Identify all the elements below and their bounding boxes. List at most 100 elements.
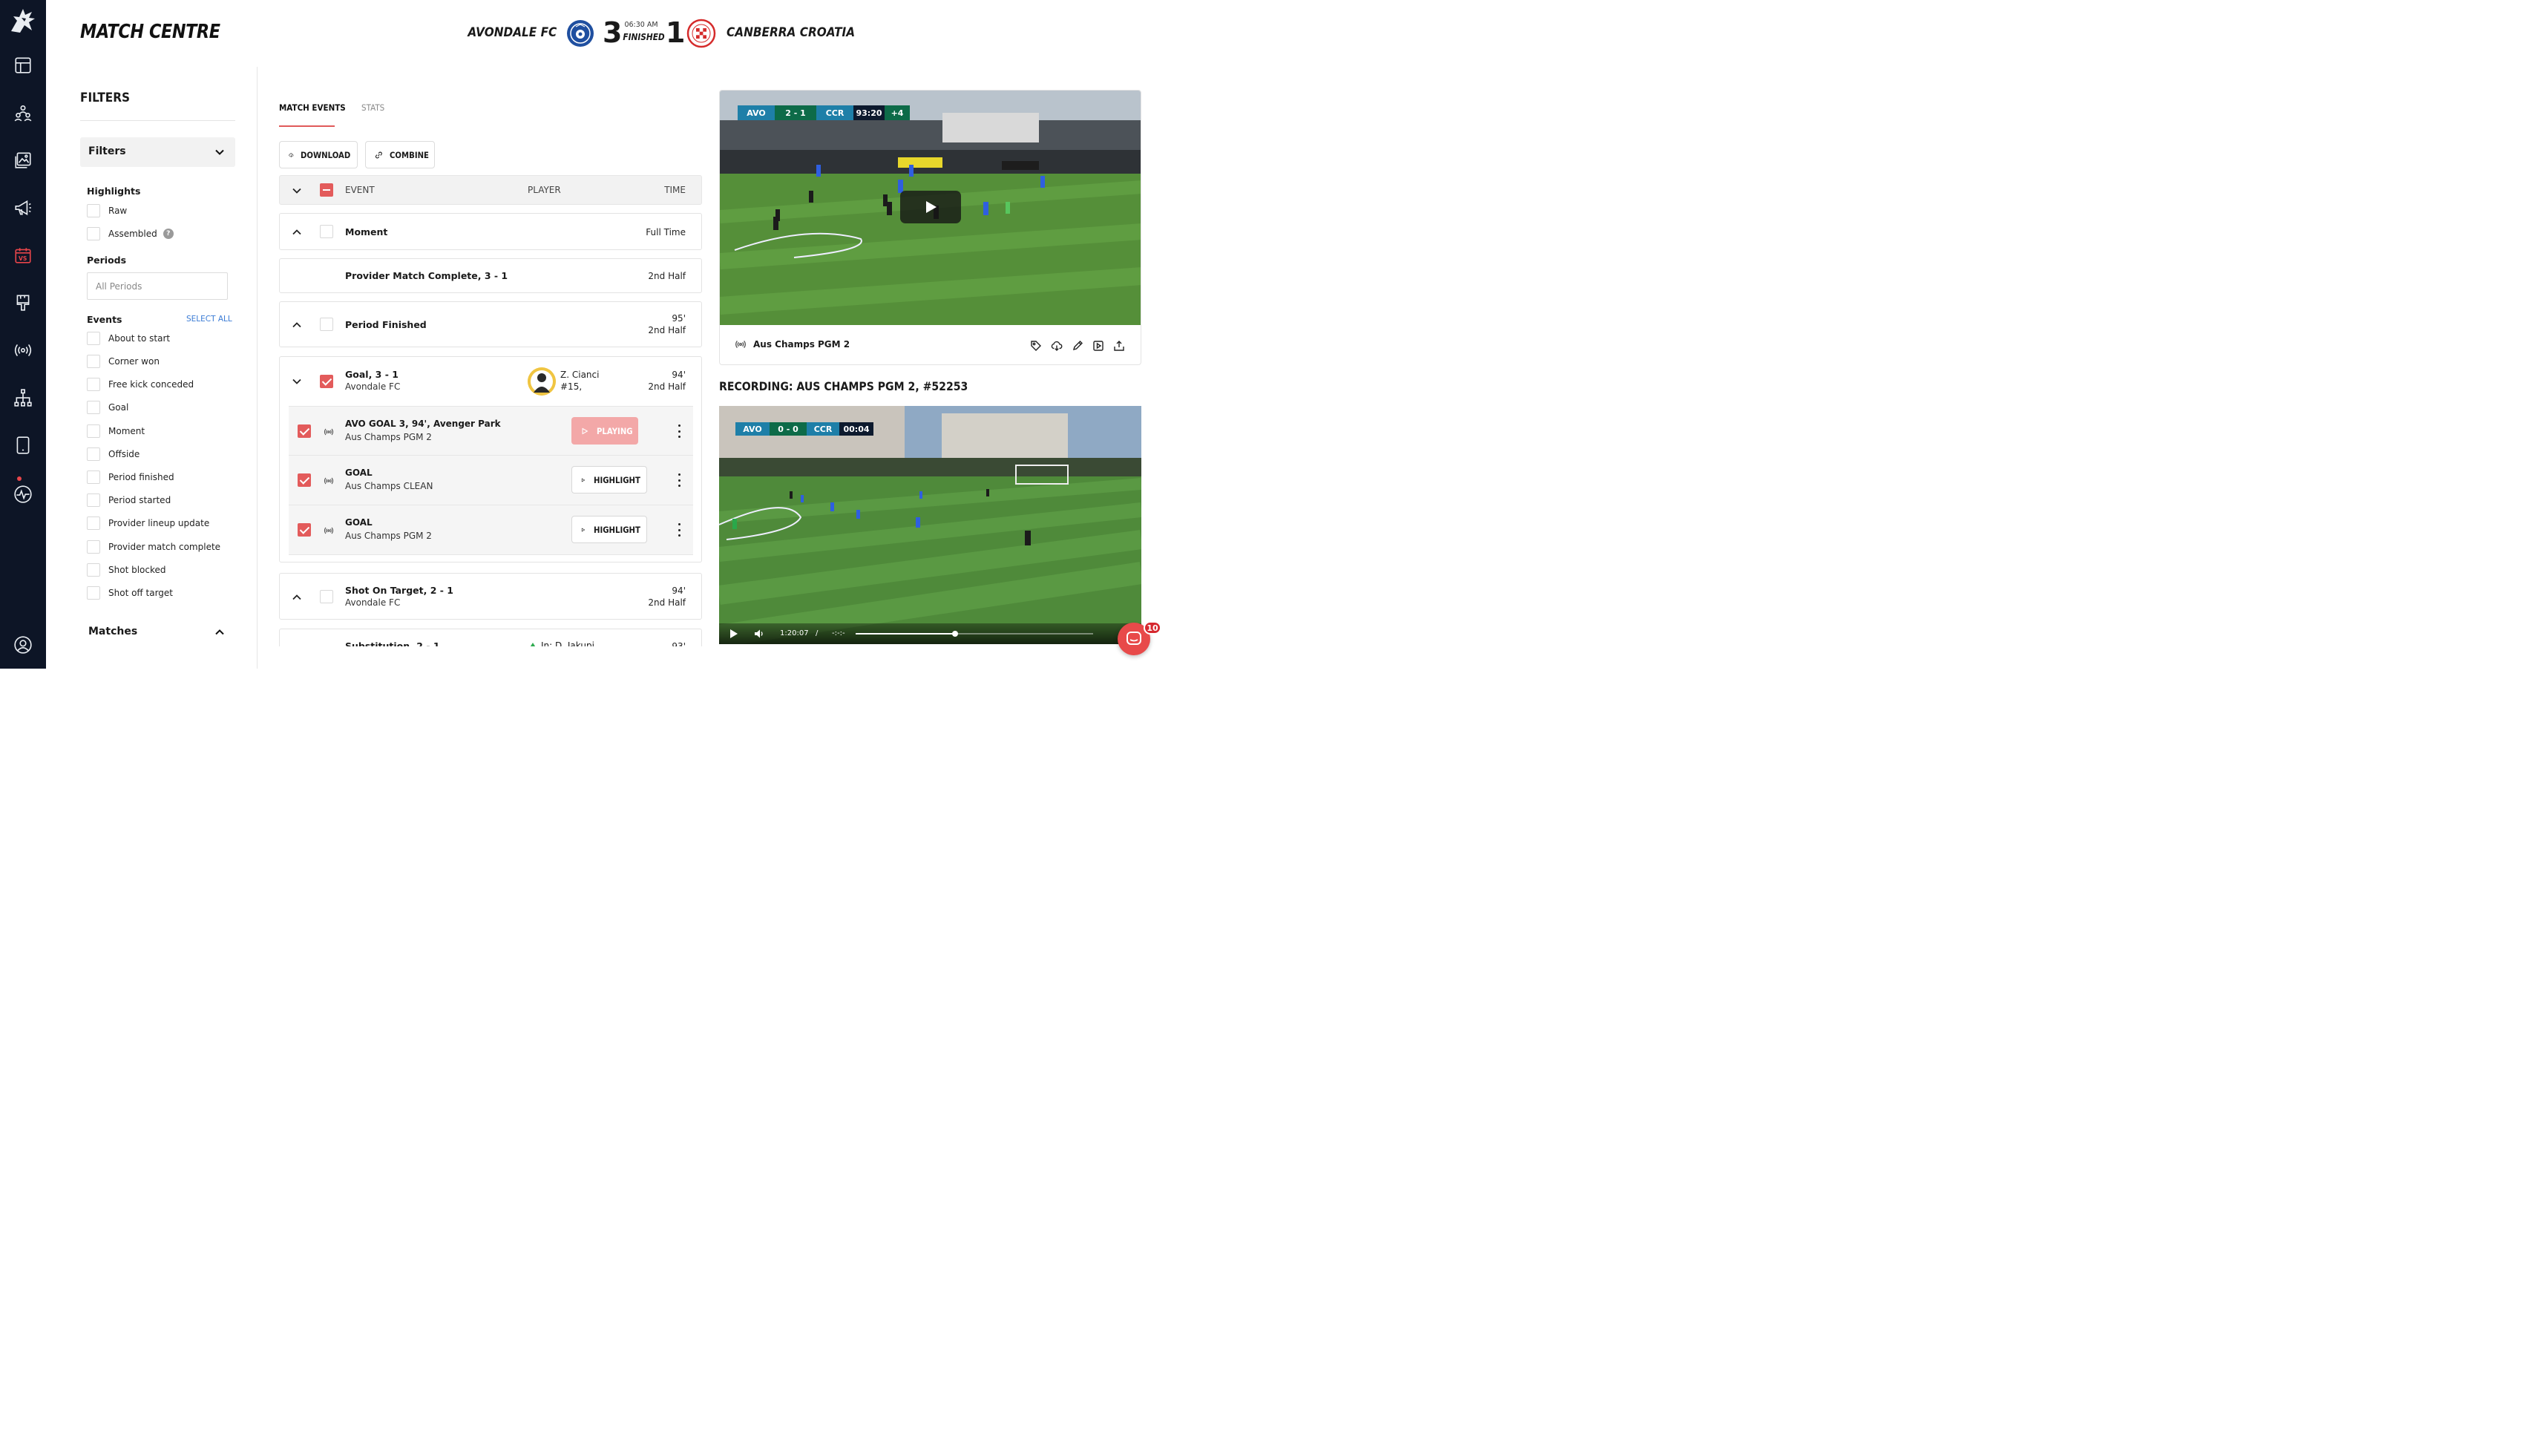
filter-event-item[interactable]: Free kick conceded: [87, 377, 194, 392]
tab-match-events[interactable]: MATCH EVENTS: [279, 102, 346, 113]
chevron-up-icon[interactable]: [214, 627, 225, 637]
video-controls: 1:20:07 / -:-:-: [719, 623, 1141, 644]
more-options-icon[interactable]: [675, 473, 683, 487]
matches-section-toggle[interactable]: Matches: [88, 626, 137, 637]
checkbox[interactable]: [87, 227, 100, 240]
clip-title: AVO GOAL 3, 94', Avenger Park: [345, 419, 501, 429]
checkbox-checked[interactable]: [298, 523, 311, 537]
cloud-download-icon[interactable]: [1046, 339, 1067, 352]
select-all-link[interactable]: SELECT ALL: [186, 315, 232, 324]
checkbox-checked[interactable]: [298, 424, 311, 438]
filter-event-item[interactable]: Provider lineup update: [87, 516, 209, 531]
chevron-up-icon[interactable]: [292, 592, 302, 603]
checkbox[interactable]: [87, 470, 100, 484]
pencil-icon[interactable]: [1067, 339, 1088, 352]
filter-event-item[interactable]: Period started: [87, 493, 171, 508]
nav-versus-calendar-icon[interactable]: VS: [11, 243, 35, 267]
highlights-label: Highlights: [87, 186, 141, 197]
tag-icon[interactable]: [1026, 339, 1046, 352]
event-row-expanded[interactable]: Goal, 3 - 1 Avondale FC Z. Cianci #15, 9…: [279, 356, 702, 563]
event-row[interactable]: Shot On Target, 2 - 1 Avondale FC 94' 2n…: [279, 573, 702, 620]
chevron-down-icon[interactable]: [292, 186, 302, 196]
checkbox[interactable]: [87, 540, 100, 554]
filter-event-item[interactable]: Shot off target: [87, 586, 173, 600]
checkbox[interactable]: [320, 590, 333, 603]
checkbox[interactable]: [87, 378, 100, 391]
highlight-button[interactable]: HIGHLIGHT: [571, 466, 647, 493]
checkbox[interactable]: [87, 332, 100, 345]
playing-button[interactable]: PLAYING: [571, 417, 638, 445]
nav-paint-brush-icon[interactable]: [11, 291, 35, 315]
event-row[interactable]: Substitution, 2 - 1 In: D. Jakupi 93': [279, 629, 702, 646]
current-time: 1:20:07: [780, 629, 809, 637]
play-square-icon[interactable]: [1088, 339, 1109, 352]
share-icon[interactable]: [1109, 339, 1129, 352]
filter-event-item[interactable]: Offside: [87, 447, 140, 462]
checkbox[interactable]: [87, 563, 100, 577]
nav-activity-icon[interactable]: [11, 482, 35, 506]
nav-players-icon[interactable]: [11, 101, 35, 125]
video-player[interactable]: AVO 2 - 1 CCR 93:20 +4 Aus Champs PGM 2: [719, 90, 1141, 365]
recording-video-player[interactable]: AVO 0 - 0 CCR 00:04 1:20:07 / -:-:-: [719, 406, 1141, 644]
checkbox-label: Provider match complete: [108, 542, 221, 552]
filter-event-item[interactable]: Period finished: [87, 470, 174, 485]
checkbox-label: Corner won: [108, 356, 160, 367]
checkbox[interactable]: [87, 424, 100, 438]
checkbox-checked[interactable]: [320, 375, 333, 388]
combine-button[interactable]: COMBINE: [365, 141, 435, 168]
download-button[interactable]: DOWNLOAD: [279, 141, 358, 168]
highlight-button[interactable]: HIGHLIGHT: [571, 516, 647, 543]
nav-profile-icon[interactable]: [11, 633, 35, 657]
clip-row[interactable]: GOAL Aus Champs PGM 2 HIGHLIGHT: [289, 505, 693, 555]
checkbox[interactable]: [87, 447, 100, 461]
help-icon[interactable]: ?: [163, 229, 174, 239]
play-button[interactable]: [900, 191, 961, 223]
filter-raw[interactable]: Raw: [87, 203, 127, 218]
checkbox[interactable]: [87, 204, 100, 217]
scorebug-score: 2 - 1: [775, 105, 816, 120]
checkbox[interactable]: [87, 355, 100, 368]
nav-tablet-icon[interactable]: [11, 433, 35, 457]
filter-event-item[interactable]: About to start: [87, 331, 170, 346]
event-minute: 94': [672, 370, 686, 380]
filter-event-item[interactable]: Shot blocked: [87, 563, 166, 577]
event-row[interactable]: Moment Full Time: [279, 213, 702, 250]
checkbox[interactable]: [87, 517, 100, 530]
filter-event-item[interactable]: Corner won: [87, 354, 160, 369]
combine-label: COMBINE: [389, 149, 429, 160]
more-options-icon[interactable]: [675, 424, 683, 438]
filter-event-item[interactable]: Moment: [87, 424, 145, 439]
event-row[interactable]: Period Finished 95' 2nd Half: [279, 301, 702, 347]
periods-select[interactable]: All Periods: [87, 272, 228, 300]
nav-gallery-icon[interactable]: [11, 148, 35, 172]
clip-row[interactable]: GOAL Aus Champs CLEAN HIGHLIGHT: [289, 456, 693, 505]
nav-layout-icon[interactable]: [11, 53, 35, 77]
filter-event-item[interactable]: Goal: [87, 400, 128, 415]
checkbox-checked[interactable]: [298, 473, 311, 487]
nav-broadcast-icon[interactable]: [11, 338, 35, 362]
select-all-checkbox[interactable]: [320, 183, 333, 197]
nav-megaphone-icon[interactable]: [11, 196, 35, 220]
volume-icon[interactable]: [754, 629, 764, 639]
filter-event-item[interactable]: Provider match complete: [87, 540, 220, 554]
seek-handle[interactable]: [952, 631, 959, 637]
brand-logo[interactable]: [7, 6, 39, 36]
chevron-down-icon[interactable]: [292, 376, 302, 387]
chevron-up-icon[interactable]: [292, 227, 302, 237]
checkbox[interactable]: [87, 401, 100, 414]
chevron-up-icon[interactable]: [292, 320, 302, 330]
checkbox[interactable]: [87, 586, 100, 600]
filters-dropdown[interactable]: Filters: [80, 137, 235, 167]
checkbox[interactable]: [320, 225, 333, 238]
tab-stats[interactable]: STATS: [361, 102, 384, 113]
checkbox[interactable]: [87, 493, 100, 507]
kickoff-time: 06:30 AM: [624, 21, 658, 29]
checkbox[interactable]: [320, 318, 333, 331]
nav-hierarchy-icon[interactable]: [11, 386, 35, 410]
event-row[interactable]: Provider Match Complete, 3 - 1 2nd Half: [279, 258, 702, 293]
more-options-icon[interactable]: [675, 523, 683, 537]
filter-assembled[interactable]: Assembled ?: [87, 226, 174, 241]
seek-bar[interactable]: [856, 631, 1093, 637]
play-icon[interactable]: [729, 629, 738, 638]
clip-row[interactable]: AVO GOAL 3, 94', Avenger Park Aus Champs…: [289, 406, 693, 456]
